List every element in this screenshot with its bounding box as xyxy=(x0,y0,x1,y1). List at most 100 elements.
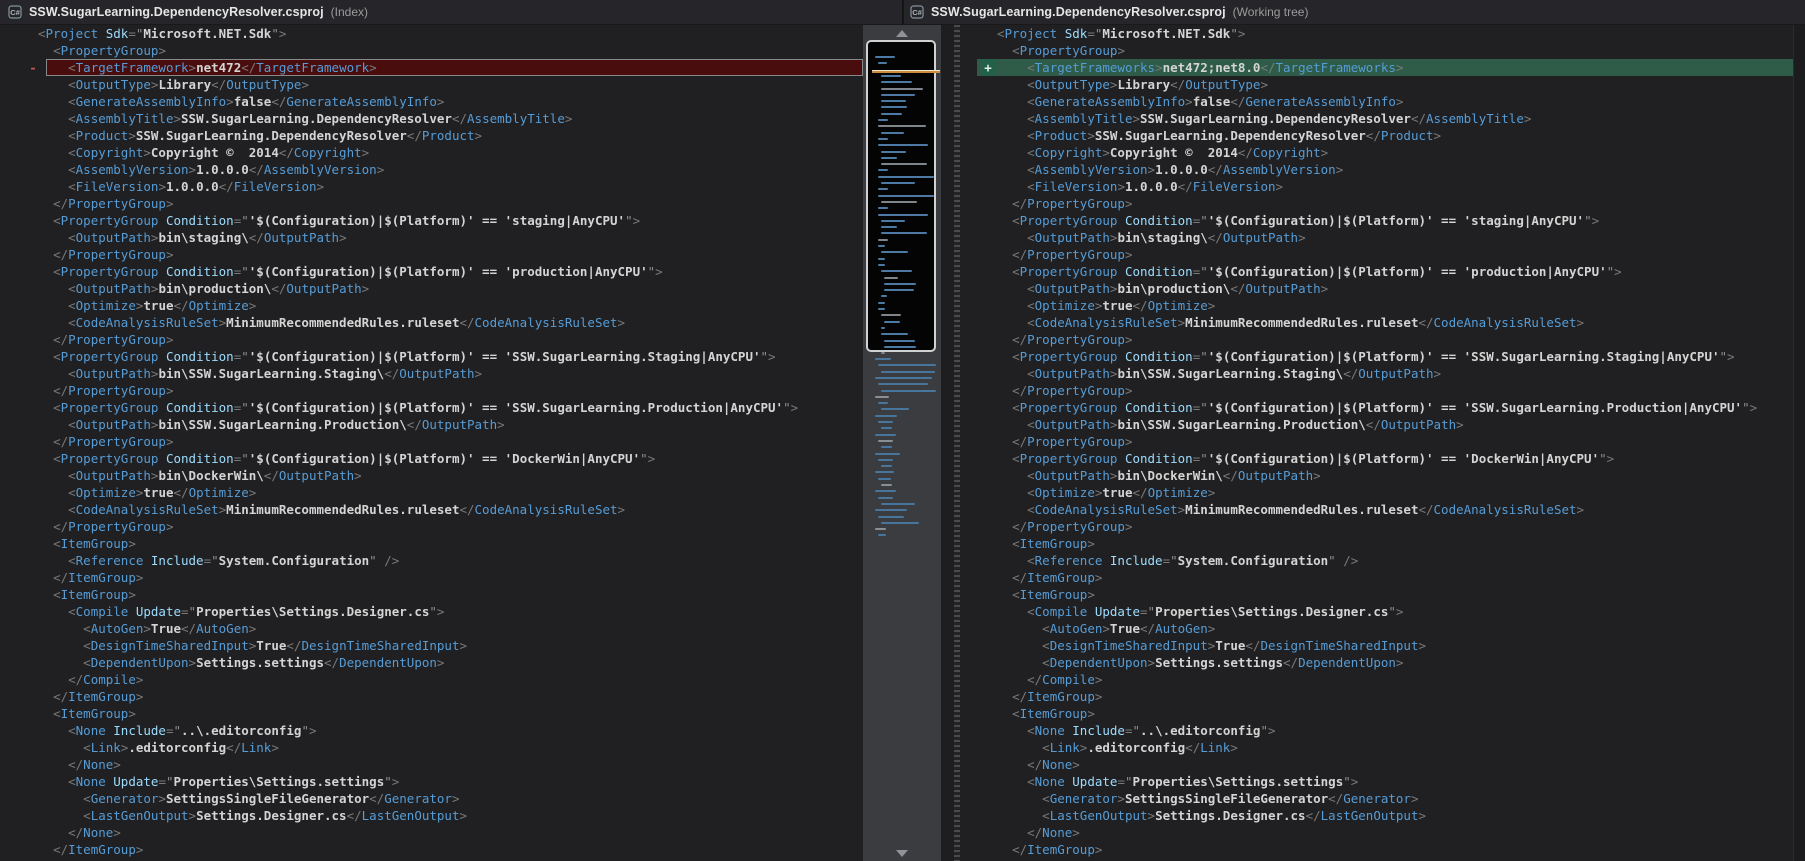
code-line[interactable]: <ItemGroup> xyxy=(0,586,863,603)
original-editor[interactable]: <Project Sdk="Microsoft.NET.Sdk"> <Prope… xyxy=(0,25,863,861)
code-line[interactable]: <GenerateAssemblyInfo>false</GenerateAss… xyxy=(960,93,1793,110)
code-line[interactable]: <DependentUpon>Settings.settings</Depend… xyxy=(960,654,1793,671)
code-line[interactable]: <AssemblyTitle>SSW.SugarLearning.Depende… xyxy=(0,110,863,127)
code-line[interactable]: <Compile Update="Properties\Settings.Des… xyxy=(960,603,1793,620)
code-line[interactable]: <Link>.editorconfig</Link> xyxy=(0,739,863,756)
code-line[interactable]: <AssemblyVersion>1.0.0.0</AssemblyVersio… xyxy=(0,161,863,178)
right-editor-scrollbar-track[interactable] xyxy=(1793,25,1805,861)
code-line[interactable]: <None Update="Properties\Settings.settin… xyxy=(0,773,863,790)
minimap-viewport-slider[interactable] xyxy=(866,40,936,352)
code-line[interactable]: <AssemblyTitle>SSW.SugarLearning.Depende… xyxy=(960,110,1793,127)
code-line[interactable]: </ItemGroup> xyxy=(960,841,1793,858)
code-line[interactable]: <FileVersion>1.0.0.0</FileVersion> xyxy=(960,178,1793,195)
code-line[interactable]: </None> xyxy=(0,756,863,773)
code-line[interactable]: <Product>SSW.SugarLearning.DependencyRes… xyxy=(960,127,1793,144)
code-line[interactable]: <PropertyGroup Condition="'$(Configurati… xyxy=(960,263,1793,280)
added-code-line[interactable]: + <TargetFrameworks>net472;net8.0</Targe… xyxy=(960,59,1793,76)
code-line[interactable]: <Optimize>true</Optimize> xyxy=(960,484,1793,501)
code-line[interactable]: <None Update="Properties\Settings.settin… xyxy=(960,773,1793,790)
code-line[interactable]: <PropertyGroup Condition="'$(Configurati… xyxy=(960,450,1793,467)
code-line[interactable]: <OutputPath>bin\staging\</OutputPath> xyxy=(0,229,863,246)
code-line[interactable]: <None Include="..\.editorconfig"> xyxy=(960,722,1793,739)
code-line[interactable]: </PropertyGroup> xyxy=(0,195,863,212)
code-line[interactable]: <Reference Include="System.Configuration… xyxy=(0,552,863,569)
code-line[interactable]: <OutputPath>bin\staging\</OutputPath> xyxy=(960,229,1793,246)
code-line[interactable]: <ItemGroup> xyxy=(960,705,1793,722)
code-line[interactable]: <PropertyGroup Condition="'$(Configurati… xyxy=(960,212,1793,229)
code-line[interactable]: </PropertyGroup> xyxy=(960,195,1793,212)
code-line[interactable]: <PropertyGroup Condition="'$(Configurati… xyxy=(960,399,1793,416)
code-line[interactable]: <PropertyGroup Condition="'$(Configurati… xyxy=(960,348,1793,365)
code-line[interactable]: <Optimize>true</Optimize> xyxy=(0,484,863,501)
scroll-down-arrow-icon[interactable] xyxy=(896,850,908,857)
code-line[interactable]: <Optimize>true</Optimize> xyxy=(0,297,863,314)
code-line[interactable]: </PropertyGroup> xyxy=(0,246,863,263)
code-line[interactable]: <ItemGroup> xyxy=(960,586,1793,603)
code-line[interactable]: </PropertyGroup> xyxy=(960,382,1793,399)
code-line[interactable]: </None> xyxy=(960,824,1793,841)
code-line[interactable]: <Link>.editorconfig</Link> xyxy=(960,739,1793,756)
code-line[interactable]: <LastGenOutput>Settings.Designer.cs</Las… xyxy=(0,807,863,824)
code-line[interactable]: <LastGenOutput>Settings.Designer.cs</Las… xyxy=(960,807,1793,824)
code-line[interactable]: <CodeAnalysisRuleSet>MinimumRecommendedR… xyxy=(0,501,863,518)
code-line[interactable]: </PropertyGroup> xyxy=(960,433,1793,450)
code-line[interactable]: </ItemGroup> xyxy=(0,688,863,705)
code-line[interactable]: <PropertyGroup Condition="'$(Configurati… xyxy=(0,399,863,416)
code-line[interactable]: <OutputPath>bin\production\</OutputPath> xyxy=(960,280,1793,297)
code-line[interactable]: </PropertyGroup> xyxy=(0,433,863,450)
scroll-up-arrow-icon[interactable] xyxy=(896,30,908,37)
code-line[interactable]: <Project Sdk="Microsoft.NET.Sdk"> xyxy=(0,25,863,42)
code-line[interactable]: <OutputPath>bin\SSW.SugarLearning.Stagin… xyxy=(960,365,1793,382)
code-line[interactable]: <Copyright>Copyright © 2014</Copyright> xyxy=(960,144,1793,161)
code-line[interactable]: <OutputType>Library</OutputType> xyxy=(960,76,1793,93)
code-line[interactable]: <Generator>SettingsSingleFileGenerator</… xyxy=(960,790,1793,807)
code-line[interactable]: </PropertyGroup> xyxy=(960,518,1793,535)
left-editor-scrollbar-minimap[interactable] xyxy=(863,25,941,861)
code-line[interactable]: </Compile> xyxy=(960,671,1793,688)
code-line[interactable]: <PropertyGroup Condition="'$(Configurati… xyxy=(0,348,863,365)
code-line[interactable]: <GenerateAssemblyInfo>false</GenerateAss… xyxy=(0,93,863,110)
code-line[interactable]: <Product>SSW.SugarLearning.DependencyRes… xyxy=(0,127,863,144)
code-line[interactable]: <AutoGen>True</AutoGen> xyxy=(960,620,1793,637)
code-line[interactable]: <PropertyGroup> xyxy=(960,42,1793,59)
code-line[interactable]: <CodeAnalysisRuleSet>MinimumRecommendedR… xyxy=(960,314,1793,331)
code-line[interactable]: <CodeAnalysisRuleSet>MinimumRecommendedR… xyxy=(0,314,863,331)
code-line[interactable]: </None> xyxy=(0,824,863,841)
code-line[interactable]: <DesignTimeSharedInput>True</DesignTimeS… xyxy=(960,637,1793,654)
code-line[interactable]: <Generator>SettingsSingleFileGenerator</… xyxy=(0,790,863,807)
code-line[interactable]: <PropertyGroup Condition="'$(Configurati… xyxy=(0,450,863,467)
code-line[interactable]: <OutputPath>bin\production\</OutputPath> xyxy=(0,280,863,297)
code-line[interactable]: <OutputPath>bin\SSW.SugarLearning.Produc… xyxy=(960,416,1793,433)
code-line[interactable]: <PropertyGroup Condition="'$(Configurati… xyxy=(0,263,863,280)
code-line[interactable]: </ItemGroup> xyxy=(0,841,863,858)
code-line[interactable]: </PropertyGroup> xyxy=(0,518,863,535)
code-line[interactable]: <DesignTimeSharedInput>True</DesignTimeS… xyxy=(0,637,863,654)
code-line[interactable]: <Compile Update="Properties\Settings.Des… xyxy=(0,603,863,620)
deleted-code-line[interactable]: - <TargetFramework>net472</TargetFramewo… xyxy=(0,59,863,76)
code-line[interactable]: </PropertyGroup> xyxy=(960,331,1793,348)
code-line[interactable]: </ItemGroup> xyxy=(960,569,1793,586)
code-line[interactable]: <DependentUpon>Settings.settings</Depend… xyxy=(0,654,863,671)
code-line[interactable]: <OutputPath>bin\SSW.SugarLearning.Stagin… xyxy=(0,365,863,382)
code-line[interactable]: <Optimize>true</Optimize> xyxy=(960,297,1793,314)
code-line[interactable]: <FileVersion>1.0.0.0</FileVersion> xyxy=(0,178,863,195)
code-line[interactable]: </ItemGroup> xyxy=(960,688,1793,705)
code-line[interactable]: </None> xyxy=(960,756,1793,773)
code-line[interactable]: <AssemblyVersion>1.0.0.0</AssemblyVersio… xyxy=(960,161,1793,178)
code-line[interactable]: <OutputType>Library</OutputType> xyxy=(0,76,863,93)
code-line[interactable]: <ItemGroup> xyxy=(0,705,863,722)
code-line[interactable]: </PropertyGroup> xyxy=(0,331,863,348)
code-line[interactable]: <OutputPath>bin\SSW.SugarLearning.Produc… xyxy=(0,416,863,433)
code-line[interactable]: <Project Sdk="Microsoft.NET.Sdk"> xyxy=(960,25,1793,42)
code-line[interactable]: </PropertyGroup> xyxy=(960,246,1793,263)
code-line[interactable]: <None Include="..\.editorconfig"> xyxy=(0,722,863,739)
code-line[interactable]: <PropertyGroup Condition="'$(Configurati… xyxy=(0,212,863,229)
code-line[interactable]: </ItemGroup> xyxy=(0,569,863,586)
code-line[interactable]: </Compile> xyxy=(0,671,863,688)
code-line[interactable]: <OutputPath>bin\DockerWin\</OutputPath> xyxy=(0,467,863,484)
code-line[interactable]: <ItemGroup> xyxy=(960,535,1793,552)
code-line[interactable]: <OutputPath>bin\DockerWin\</OutputPath> xyxy=(960,467,1793,484)
code-line[interactable]: <Copyright>Copyright © 2014</Copyright> xyxy=(0,144,863,161)
code-line[interactable]: <AutoGen>True</AutoGen> xyxy=(0,620,863,637)
modified-editor[interactable]: <Project Sdk="Microsoft.NET.Sdk"> <Prope… xyxy=(960,25,1793,861)
